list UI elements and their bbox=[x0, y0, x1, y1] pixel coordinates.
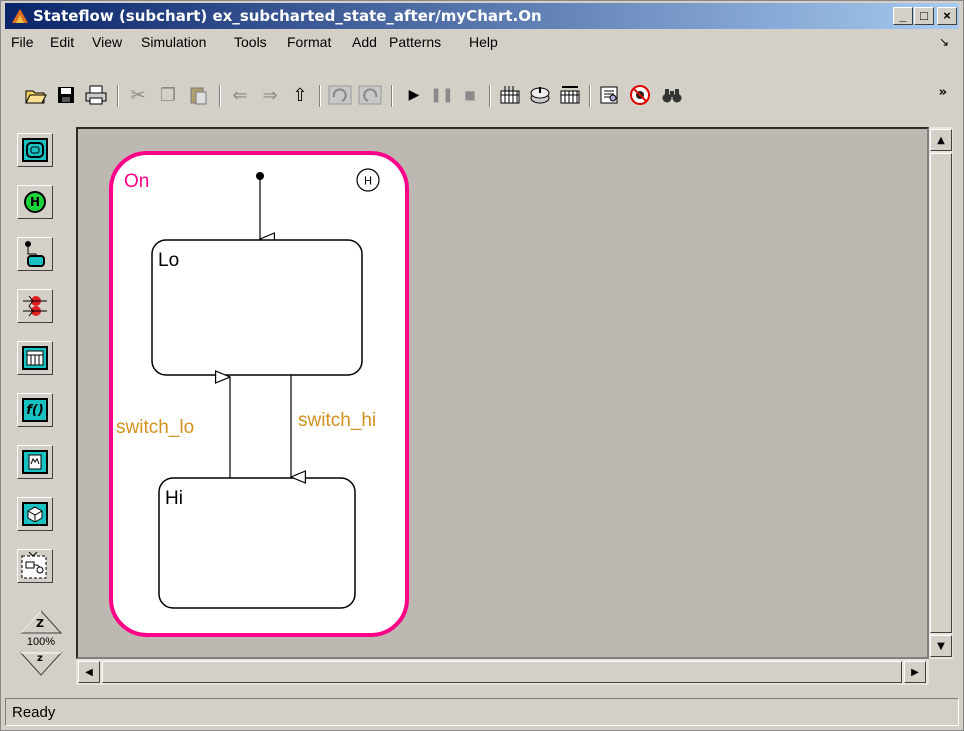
zoom-out-label: z bbox=[37, 653, 43, 664]
menu-patterns[interactable]: Patterns bbox=[389, 34, 441, 50]
default-transition-tool-icon[interactable] bbox=[17, 237, 53, 271]
status-bar: Ready bbox=[5, 698, 959, 726]
menu-format[interactable]: Format bbox=[287, 34, 331, 50]
rebuild-icon[interactable] bbox=[557, 82, 583, 108]
print-icon[interactable] bbox=[83, 82, 109, 108]
simulink-function-tool-icon[interactable] bbox=[17, 549, 53, 583]
redo-icon[interactable] bbox=[357, 82, 383, 108]
explorer-icon[interactable] bbox=[597, 82, 623, 108]
scroll-down-button[interactable]: ▼ bbox=[930, 635, 952, 657]
chart-canvas[interactable]: On H Lo Hi switch_lo switch_hi bbox=[76, 127, 929, 659]
truth-table-tool-icon[interactable] bbox=[17, 341, 53, 375]
state-hi[interactable] bbox=[158, 477, 356, 609]
state-lo[interactable] bbox=[151, 239, 363, 376]
incremental-build-icon[interactable] bbox=[527, 82, 553, 108]
menu-file[interactable]: File bbox=[11, 34, 34, 50]
vertical-scrollbar[interactable]: ▲ ▼ bbox=[929, 127, 953, 659]
play-icon[interactable]: ▶ bbox=[401, 82, 427, 108]
toolbar-separator bbox=[589, 85, 591, 107]
history-label: H bbox=[24, 191, 46, 213]
build-icon[interactable] bbox=[497, 82, 523, 108]
close-button[interactable]: × bbox=[937, 7, 957, 25]
toolbar-separator bbox=[117, 85, 119, 107]
transition-switch-lo-label[interactable]: switch_lo bbox=[116, 417, 194, 438]
open-folder-icon[interactable] bbox=[23, 82, 49, 108]
scroll-up-button[interactable]: ▲ bbox=[930, 129, 952, 151]
zoom-out-button[interactable]: z bbox=[19, 651, 63, 677]
stop-icon[interactable]: ■ bbox=[457, 82, 483, 108]
stateflow-app-icon bbox=[12, 9, 28, 23]
cut-icon[interactable]: ✂ bbox=[125, 82, 151, 108]
menu-tools[interactable]: Tools bbox=[234, 34, 267, 50]
toolbar-separator bbox=[489, 85, 491, 107]
zoom-in-label: Z bbox=[36, 617, 44, 630]
horizontal-scrollbar[interactable]: ◀ ▶ bbox=[76, 659, 929, 685]
chart-diagram: On H Lo Hi switch_lo switch_hi bbox=[109, 151, 409, 637]
vertical-scroll-thumb[interactable] bbox=[930, 153, 952, 633]
graphical-function-tool-icon[interactable]: f() bbox=[17, 393, 53, 427]
undo-icon[interactable] bbox=[327, 82, 353, 108]
window-title: Stateflow (subchart) ex_subcharted_state… bbox=[33, 7, 542, 25]
title-bar[interactable]: Stateflow (subchart) ex_subcharted_state… bbox=[5, 3, 959, 29]
menu-simulation[interactable]: Simulation bbox=[141, 34, 206, 50]
menu-add[interactable]: Add bbox=[352, 34, 377, 50]
history-junction-tool-icon[interactable]: H bbox=[17, 185, 53, 219]
save-icon[interactable] bbox=[53, 82, 79, 108]
forward-arrow-icon[interactable]: ⇒ bbox=[257, 82, 283, 108]
up-arrow-icon[interactable]: ⇧ bbox=[287, 82, 313, 108]
toolbar-separator bbox=[319, 85, 321, 107]
zoom-control: Z 100% z bbox=[19, 609, 63, 683]
toolbar-separator bbox=[391, 85, 393, 107]
function-label: f() bbox=[22, 398, 48, 422]
zoom-in-button[interactable]: Z bbox=[19, 609, 63, 635]
menu-bar: File Edit View Simulation Tools Format A… bbox=[5, 31, 959, 55]
menu-view[interactable]: View bbox=[92, 34, 122, 50]
box-tool-icon[interactable] bbox=[17, 497, 53, 531]
scroll-right-button[interactable]: ▶ bbox=[904, 661, 926, 683]
back-arrow-icon[interactable]: ⇐ bbox=[227, 82, 253, 108]
find-icon[interactable] bbox=[659, 82, 685, 108]
state-lo-label: Lo bbox=[158, 250, 179, 271]
horizontal-scroll-thumb[interactable] bbox=[102, 661, 902, 683]
menu-help[interactable]: Help bbox=[469, 34, 498, 50]
transition-switch-hi-label[interactable]: switch_hi bbox=[298, 410, 376, 431]
scroll-left-button[interactable]: ◀ bbox=[78, 661, 100, 683]
zoom-level: 100% bbox=[26, 636, 56, 648]
connective-junction-tool-icon[interactable] bbox=[17, 289, 53, 323]
status-text: Ready bbox=[12, 704, 56, 721]
embedded-matlab-function-tool-icon[interactable] bbox=[17, 445, 53, 479]
history-junction-label: H bbox=[364, 175, 372, 188]
menu-edit[interactable]: Edit bbox=[50, 34, 74, 50]
pause-icon[interactable]: ❚❚ bbox=[429, 82, 455, 108]
superstate-on-label: On bbox=[124, 171, 149, 192]
toolbar-separator bbox=[219, 85, 221, 107]
toolbar: ✂ ❐ ⇐ ⇒ ⇧ ▶ ❚❚ ■ » bbox=[5, 57, 959, 117]
toolbar-overflow-icon[interactable]: » bbox=[939, 85, 947, 100]
object-palette: H f() Z 100% z bbox=[7, 125, 71, 687]
copy-icon[interactable]: ❐ bbox=[155, 82, 181, 108]
debugger-icon[interactable] bbox=[627, 82, 653, 108]
paste-icon[interactable] bbox=[185, 82, 211, 108]
menu-restore-icon[interactable]: ↘ bbox=[939, 35, 949, 49]
maximize-button[interactable]: □ bbox=[914, 7, 934, 25]
state-hi-label: Hi bbox=[165, 488, 183, 509]
state-tool-icon[interactable] bbox=[17, 133, 53, 167]
stateflow-window: Stateflow (subchart) ex_subcharted_state… bbox=[0, 0, 964, 731]
minimize-button[interactable]: _ bbox=[893, 7, 913, 25]
